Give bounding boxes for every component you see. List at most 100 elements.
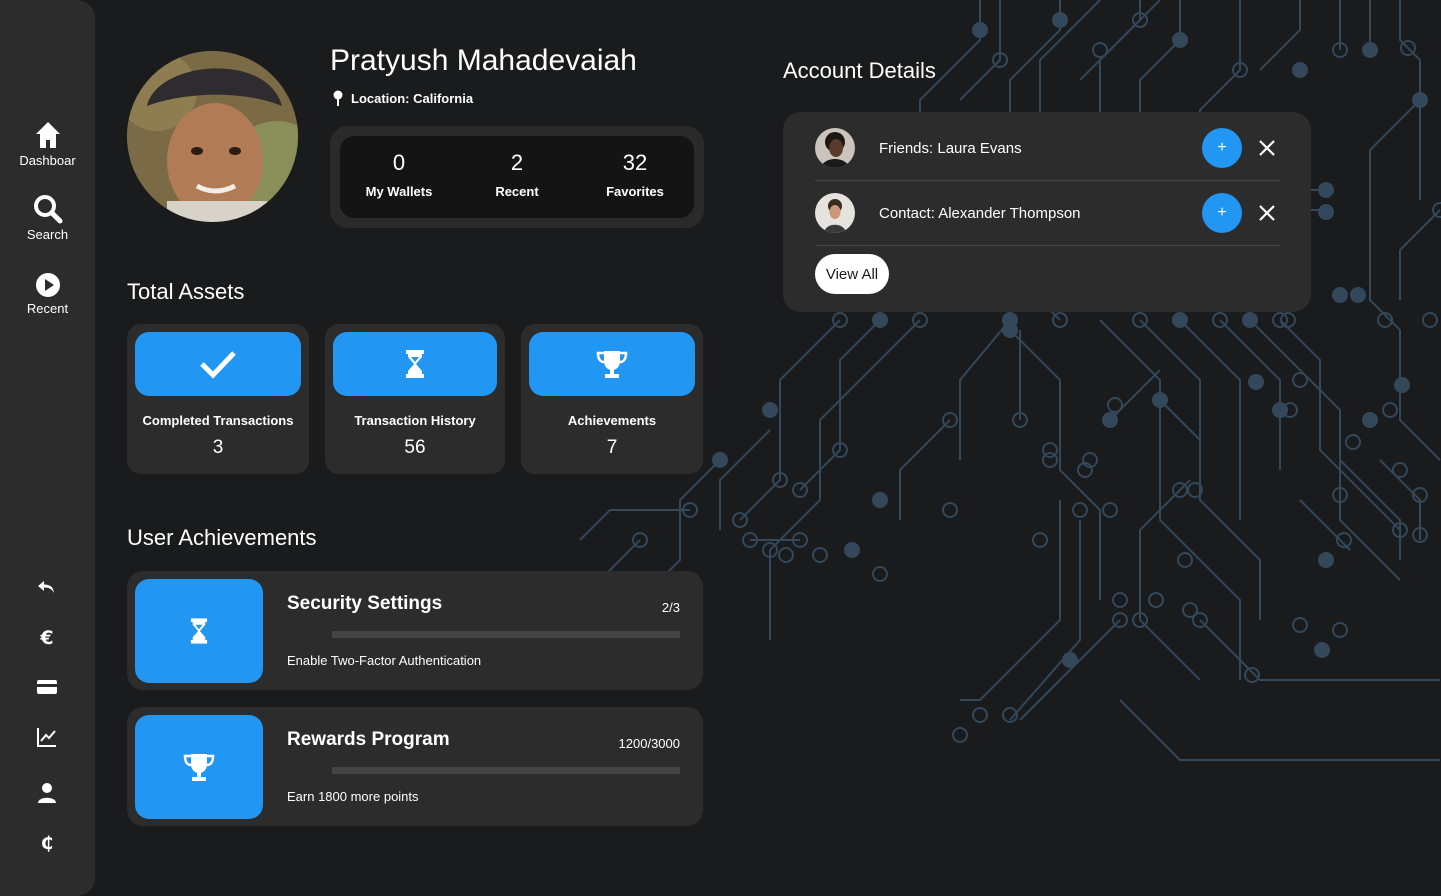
divider bbox=[815, 245, 1280, 246]
circuit-node bbox=[952, 727, 968, 743]
achievement-rewards-program[interactable]: Rewards Program 1200/3000 Earn 1800 more… bbox=[127, 707, 703, 826]
cedi-icon[interactable]: ₵ bbox=[35, 830, 59, 854]
circuit-trace bbox=[1259, 0, 1301, 71]
account-details-card: Friends: Laura Evans + Contact: Alexande… bbox=[783, 112, 1311, 312]
add-contact-button[interactable]: + bbox=[1202, 193, 1242, 233]
circuit-trace bbox=[1009, 520, 1081, 721]
close-icon[interactable] bbox=[1257, 138, 1277, 158]
asset-card-completed-transactions[interactable]: Completed Transactions 3 bbox=[127, 324, 309, 474]
circuit-node bbox=[1332, 622, 1348, 638]
achievement-progress-text: 1200/3000 bbox=[618, 736, 680, 751]
stat-label: My Wallets bbox=[365, 184, 433, 199]
play-circle-icon bbox=[35, 273, 60, 297]
sidebar-item-dashboard[interactable]: Dashboar bbox=[0, 120, 95, 168]
achievement-title: Rewards Program bbox=[287, 729, 450, 750]
sidebar-item-label: Search bbox=[26, 227, 69, 242]
circuit-node bbox=[1148, 592, 1164, 608]
circuit-node bbox=[1292, 62, 1308, 78]
profile-name: Pratyush Mahadevaiah bbox=[330, 44, 637, 77]
user-achievements-title: User Achievements bbox=[127, 525, 317, 550]
circuit-trace bbox=[1139, 319, 1261, 620]
asset-card-title: Transaction History bbox=[354, 413, 476, 428]
circuit-trace bbox=[1019, 619, 1121, 721]
total-assets-title: Total Assets bbox=[127, 279, 245, 304]
circuit-trace bbox=[1369, 99, 1441, 461]
circuit-node bbox=[942, 502, 958, 518]
circuit-node bbox=[1318, 552, 1334, 568]
circuit-node bbox=[1172, 32, 1188, 48]
hourglass-icon bbox=[406, 350, 424, 378]
home-icon bbox=[35, 122, 60, 148]
circuit-trace bbox=[960, 500, 1061, 701]
circuit-node bbox=[972, 707, 988, 723]
sidebar-item-recent[interactable]: Recent bbox=[0, 272, 95, 316]
circuit-trace bbox=[1249, 319, 1401, 581]
asset-card-transaction-history[interactable]: Transaction History 56 bbox=[325, 324, 505, 474]
account-row-text: Contact: Alexander Thompson bbox=[879, 205, 1081, 222]
circuit-trace bbox=[1159, 399, 1201, 441]
credit-card-icon[interactable] bbox=[35, 675, 59, 699]
line-chart-icon[interactable] bbox=[35, 725, 59, 749]
sidebar: Dashboar Search Recent € ₵ bbox=[0, 0, 95, 896]
circuit-trace bbox=[1119, 699, 1440, 761]
stat-recent[interactable]: 2 Recent bbox=[458, 136, 576, 218]
circuit-node bbox=[1394, 377, 1410, 393]
circuit-node bbox=[712, 452, 728, 468]
sidebar-item-search[interactable]: Search bbox=[0, 194, 95, 242]
stat-favorites[interactable]: 32 Favorites bbox=[576, 136, 694, 218]
circuit-node bbox=[1382, 402, 1398, 418]
circuit-node bbox=[762, 402, 778, 418]
achievement-security-settings[interactable]: Security Settings 2/3 Enable Two-Factor … bbox=[127, 571, 703, 690]
circuit-trace bbox=[799, 319, 881, 491]
view-all-button[interactable]: View All bbox=[815, 254, 889, 294]
circuit-node bbox=[1152, 392, 1168, 408]
circuit-node bbox=[1182, 602, 1198, 618]
sidebar-item-label: Recent bbox=[26, 301, 69, 316]
circuit-node bbox=[1092, 42, 1108, 58]
profile-location: Location: California bbox=[333, 90, 473, 106]
euro-icon[interactable]: € bbox=[35, 625, 59, 649]
circuit-node bbox=[1412, 92, 1428, 108]
circuit-node bbox=[1032, 532, 1048, 548]
circuit-node bbox=[1350, 287, 1366, 303]
user-icon[interactable] bbox=[35, 781, 59, 805]
asset-card-achievements[interactable]: Achievements 7 bbox=[521, 324, 703, 474]
svg-text:₵: ₵ bbox=[41, 833, 54, 854]
contact-avatar bbox=[815, 193, 855, 233]
circuit-node bbox=[1362, 42, 1378, 58]
stat-label: Recent bbox=[495, 184, 539, 199]
circuit-trace bbox=[739, 319, 841, 521]
asset-card-value: 7 bbox=[606, 437, 618, 458]
close-icon[interactable] bbox=[1257, 203, 1277, 223]
achievement-title: Security Settings bbox=[287, 593, 443, 614]
stat-label: Favorites bbox=[606, 184, 664, 199]
circuit-node bbox=[1318, 182, 1334, 198]
circuit-trace bbox=[1399, 209, 1441, 300]
circuit-trace bbox=[1139, 479, 1201, 681]
circuit-node bbox=[1345, 434, 1361, 450]
circuit-node bbox=[1314, 642, 1330, 658]
friend-avatar bbox=[815, 128, 855, 168]
stat-value: 32 bbox=[622, 150, 648, 175]
stat-my-wallets[interactable]: 0 My Wallets bbox=[340, 136, 458, 218]
svg-text:€: € bbox=[39, 627, 53, 649]
location-text: Location: California bbox=[351, 90, 474, 106]
achievement-description: Enable Two-Factor Authentication bbox=[287, 653, 482, 668]
account-row-contact: Contact: Alexander Thompson + bbox=[815, 181, 1280, 245]
circuit-node bbox=[1422, 312, 1438, 328]
circuit-node bbox=[972, 22, 988, 38]
circuit-node bbox=[1318, 204, 1334, 220]
circuit-node bbox=[1244, 667, 1260, 683]
asset-card-value: 56 bbox=[404, 437, 426, 458]
circuit-node bbox=[1392, 462, 1408, 478]
circuit-trace bbox=[1299, 499, 1351, 551]
add-friend-button[interactable]: + bbox=[1202, 128, 1242, 168]
achievement-progress-bar bbox=[332, 631, 680, 638]
undo-icon[interactable] bbox=[35, 575, 59, 599]
circuit-node bbox=[1362, 412, 1378, 428]
achievement-progress-text: 2/3 bbox=[661, 600, 680, 615]
circuit-node bbox=[1292, 372, 1308, 388]
circuit-node bbox=[872, 566, 888, 582]
profile-stats: 0 My Wallets 2 Recent 32 Favorites bbox=[330, 126, 704, 228]
asset-card-title: Achievements bbox=[567, 413, 657, 428]
